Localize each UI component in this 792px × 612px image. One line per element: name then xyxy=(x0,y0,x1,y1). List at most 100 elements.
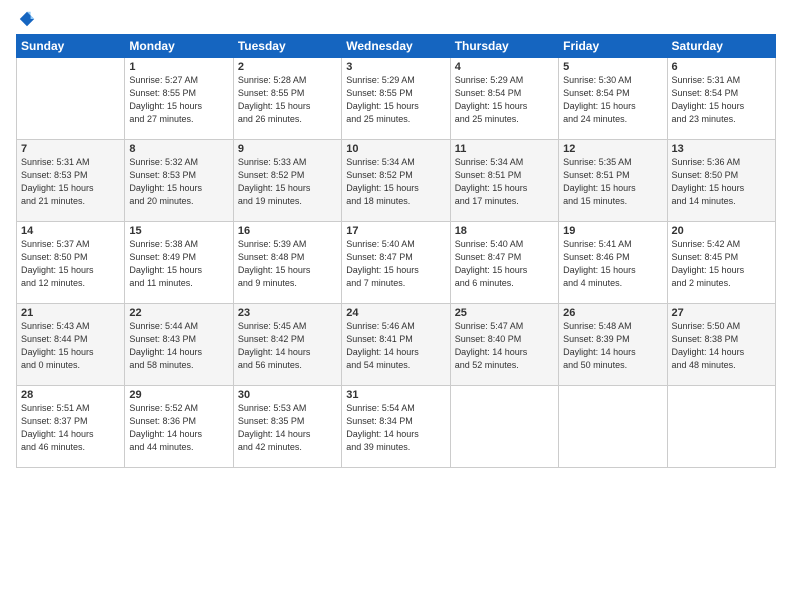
cell-info: Sunrise: 5:36 AM Sunset: 8:50 PM Dayligh… xyxy=(672,156,771,208)
calendar-cell: 16Sunrise: 5:39 AM Sunset: 8:48 PM Dayli… xyxy=(233,222,341,304)
day-number: 8 xyxy=(129,143,228,155)
calendar-table: SundayMondayTuesdayWednesdayThursdayFrid… xyxy=(16,34,776,468)
cell-info: Sunrise: 5:29 AM Sunset: 8:54 PM Dayligh… xyxy=(455,74,554,126)
cell-info: Sunrise: 5:33 AM Sunset: 8:52 PM Dayligh… xyxy=(238,156,337,208)
cell-info: Sunrise: 5:53 AM Sunset: 8:35 PM Dayligh… xyxy=(238,402,337,454)
logo xyxy=(16,10,36,28)
calendar-cell: 17Sunrise: 5:40 AM Sunset: 8:47 PM Dayli… xyxy=(342,222,450,304)
day-number: 15 xyxy=(129,225,228,237)
cell-info: Sunrise: 5:41 AM Sunset: 8:46 PM Dayligh… xyxy=(563,238,662,290)
cell-info: Sunrise: 5:27 AM Sunset: 8:55 PM Dayligh… xyxy=(129,74,228,126)
calendar-cell: 22Sunrise: 5:44 AM Sunset: 8:43 PM Dayli… xyxy=(125,304,233,386)
calendar-cell: 24Sunrise: 5:46 AM Sunset: 8:41 PM Dayli… xyxy=(342,304,450,386)
cell-info: Sunrise: 5:32 AM Sunset: 8:53 PM Dayligh… xyxy=(129,156,228,208)
cell-info: Sunrise: 5:34 AM Sunset: 8:51 PM Dayligh… xyxy=(455,156,554,208)
calendar-cell: 19Sunrise: 5:41 AM Sunset: 8:46 PM Dayli… xyxy=(559,222,667,304)
cell-info: Sunrise: 5:38 AM Sunset: 8:49 PM Dayligh… xyxy=(129,238,228,290)
day-number: 27 xyxy=(672,307,771,319)
calendar-cell xyxy=(667,386,775,468)
day-header-thursday: Thursday xyxy=(450,35,558,58)
week-row-5: 28Sunrise: 5:51 AM Sunset: 8:37 PM Dayli… xyxy=(17,386,776,468)
cell-info: Sunrise: 5:51 AM Sunset: 8:37 PM Dayligh… xyxy=(21,402,120,454)
calendar-cell: 25Sunrise: 5:47 AM Sunset: 8:40 PM Dayli… xyxy=(450,304,558,386)
day-number: 30 xyxy=(238,389,337,401)
calendar-cell: 27Sunrise: 5:50 AM Sunset: 8:38 PM Dayli… xyxy=(667,304,775,386)
day-number: 2 xyxy=(238,61,337,73)
cell-info: Sunrise: 5:45 AM Sunset: 8:42 PM Dayligh… xyxy=(238,320,337,372)
calendar-cell: 29Sunrise: 5:52 AM Sunset: 8:36 PM Dayli… xyxy=(125,386,233,468)
day-number: 9 xyxy=(238,143,337,155)
calendar-cell: 11Sunrise: 5:34 AM Sunset: 8:51 PM Dayli… xyxy=(450,140,558,222)
day-number: 18 xyxy=(455,225,554,237)
cell-info: Sunrise: 5:31 AM Sunset: 8:53 PM Dayligh… xyxy=(21,156,120,208)
cell-info: Sunrise: 5:42 AM Sunset: 8:45 PM Dayligh… xyxy=(672,238,771,290)
day-number: 25 xyxy=(455,307,554,319)
calendar-cell: 5Sunrise: 5:30 AM Sunset: 8:54 PM Daylig… xyxy=(559,58,667,140)
week-row-2: 7Sunrise: 5:31 AM Sunset: 8:53 PM Daylig… xyxy=(17,140,776,222)
calendar-cell: 26Sunrise: 5:48 AM Sunset: 8:39 PM Dayli… xyxy=(559,304,667,386)
cell-info: Sunrise: 5:34 AM Sunset: 8:52 PM Dayligh… xyxy=(346,156,445,208)
day-header-monday: Monday xyxy=(125,35,233,58)
calendar-cell: 1Sunrise: 5:27 AM Sunset: 8:55 PM Daylig… xyxy=(125,58,233,140)
cell-info: Sunrise: 5:35 AM Sunset: 8:51 PM Dayligh… xyxy=(563,156,662,208)
day-number: 16 xyxy=(238,225,337,237)
day-number: 5 xyxy=(563,61,662,73)
week-row-1: 1Sunrise: 5:27 AM Sunset: 8:55 PM Daylig… xyxy=(17,58,776,140)
week-row-3: 14Sunrise: 5:37 AM Sunset: 8:50 PM Dayli… xyxy=(17,222,776,304)
day-header-sunday: Sunday xyxy=(17,35,125,58)
day-number: 11 xyxy=(455,143,554,155)
calendar-cell: 3Sunrise: 5:29 AM Sunset: 8:55 PM Daylig… xyxy=(342,58,450,140)
day-header-friday: Friday xyxy=(559,35,667,58)
calendar-cell: 7Sunrise: 5:31 AM Sunset: 8:53 PM Daylig… xyxy=(17,140,125,222)
cell-info: Sunrise: 5:30 AM Sunset: 8:54 PM Dayligh… xyxy=(563,74,662,126)
cell-info: Sunrise: 5:31 AM Sunset: 8:54 PM Dayligh… xyxy=(672,74,771,126)
day-number: 26 xyxy=(563,307,662,319)
cell-info: Sunrise: 5:40 AM Sunset: 8:47 PM Dayligh… xyxy=(346,238,445,290)
calendar-cell xyxy=(559,386,667,468)
calendar-cell: 30Sunrise: 5:53 AM Sunset: 8:35 PM Dayli… xyxy=(233,386,341,468)
day-number: 6 xyxy=(672,61,771,73)
day-number: 31 xyxy=(346,389,445,401)
calendar-cell: 23Sunrise: 5:45 AM Sunset: 8:42 PM Dayli… xyxy=(233,304,341,386)
day-number: 22 xyxy=(129,307,228,319)
day-number: 29 xyxy=(129,389,228,401)
calendar-cell: 28Sunrise: 5:51 AM Sunset: 8:37 PM Dayli… xyxy=(17,386,125,468)
cell-info: Sunrise: 5:48 AM Sunset: 8:39 PM Dayligh… xyxy=(563,320,662,372)
day-number: 14 xyxy=(21,225,120,237)
calendar-cell: 9Sunrise: 5:33 AM Sunset: 8:52 PM Daylig… xyxy=(233,140,341,222)
logo-icon xyxy=(18,10,36,28)
calendar-cell: 13Sunrise: 5:36 AM Sunset: 8:50 PM Dayli… xyxy=(667,140,775,222)
cell-info: Sunrise: 5:29 AM Sunset: 8:55 PM Dayligh… xyxy=(346,74,445,126)
week-row-4: 21Sunrise: 5:43 AM Sunset: 8:44 PM Dayli… xyxy=(17,304,776,386)
day-number: 4 xyxy=(455,61,554,73)
cell-info: Sunrise: 5:44 AM Sunset: 8:43 PM Dayligh… xyxy=(129,320,228,372)
day-number: 12 xyxy=(563,143,662,155)
day-number: 13 xyxy=(672,143,771,155)
cell-info: Sunrise: 5:46 AM Sunset: 8:41 PM Dayligh… xyxy=(346,320,445,372)
calendar-cell: 10Sunrise: 5:34 AM Sunset: 8:52 PM Dayli… xyxy=(342,140,450,222)
calendar-cell: 21Sunrise: 5:43 AM Sunset: 8:44 PM Dayli… xyxy=(17,304,125,386)
day-number: 24 xyxy=(346,307,445,319)
header xyxy=(16,10,776,28)
day-number: 17 xyxy=(346,225,445,237)
cell-info: Sunrise: 5:52 AM Sunset: 8:36 PM Dayligh… xyxy=(129,402,228,454)
calendar-cell: 20Sunrise: 5:42 AM Sunset: 8:45 PM Dayli… xyxy=(667,222,775,304)
cell-info: Sunrise: 5:40 AM Sunset: 8:47 PM Dayligh… xyxy=(455,238,554,290)
day-number: 19 xyxy=(563,225,662,237)
day-header-tuesday: Tuesday xyxy=(233,35,341,58)
cell-info: Sunrise: 5:47 AM Sunset: 8:40 PM Dayligh… xyxy=(455,320,554,372)
calendar-cell: 14Sunrise: 5:37 AM Sunset: 8:50 PM Dayli… xyxy=(17,222,125,304)
cell-info: Sunrise: 5:54 AM Sunset: 8:34 PM Dayligh… xyxy=(346,402,445,454)
calendar-cell: 15Sunrise: 5:38 AM Sunset: 8:49 PM Dayli… xyxy=(125,222,233,304)
day-number: 1 xyxy=(129,61,228,73)
day-number: 10 xyxy=(346,143,445,155)
day-number: 28 xyxy=(21,389,120,401)
day-number: 7 xyxy=(21,143,120,155)
calendar-cell: 12Sunrise: 5:35 AM Sunset: 8:51 PM Dayli… xyxy=(559,140,667,222)
day-header-saturday: Saturday xyxy=(667,35,775,58)
calendar-cell: 2Sunrise: 5:28 AM Sunset: 8:55 PM Daylig… xyxy=(233,58,341,140)
calendar-cell: 18Sunrise: 5:40 AM Sunset: 8:47 PM Dayli… xyxy=(450,222,558,304)
calendar-cell: 4Sunrise: 5:29 AM Sunset: 8:54 PM Daylig… xyxy=(450,58,558,140)
cell-info: Sunrise: 5:43 AM Sunset: 8:44 PM Dayligh… xyxy=(21,320,120,372)
day-header-wednesday: Wednesday xyxy=(342,35,450,58)
